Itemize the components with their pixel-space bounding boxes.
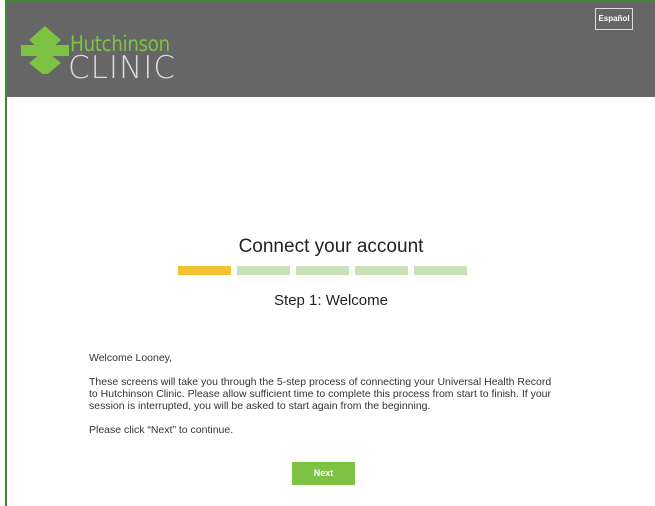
page-frame: Hutchinson CLINIC Español Connect your a… xyxy=(5,0,655,506)
page-title: Connect your account xyxy=(238,236,424,257)
progress-step-4 xyxy=(355,266,408,275)
clinic-logo[interactable]: Hutchinson CLINIC xyxy=(21,26,221,88)
progress-step-2 xyxy=(237,266,290,275)
instruction-text: Please click “Next” to continue. xyxy=(89,424,234,436)
logo-diamond-icon xyxy=(21,26,69,74)
site-header: Hutchinson CLINIC Español xyxy=(7,2,655,97)
step-heading: Step 1: Welcome xyxy=(274,292,388,309)
progress-step-1 xyxy=(178,266,231,275)
logo-text-clinic: CLINIC xyxy=(68,50,177,86)
progress-step-5 xyxy=(414,266,467,275)
welcome-content: Welcome Looney, These screens will take … xyxy=(89,352,559,448)
language-toggle-button[interactable]: Español xyxy=(595,8,633,30)
greeting-text: Welcome Looney, xyxy=(89,352,173,364)
progress-bar xyxy=(178,266,473,275)
description-text: These screens will take you through the … xyxy=(89,376,552,412)
progress-step-3 xyxy=(296,266,349,275)
next-button[interactable]: Next xyxy=(292,462,355,485)
